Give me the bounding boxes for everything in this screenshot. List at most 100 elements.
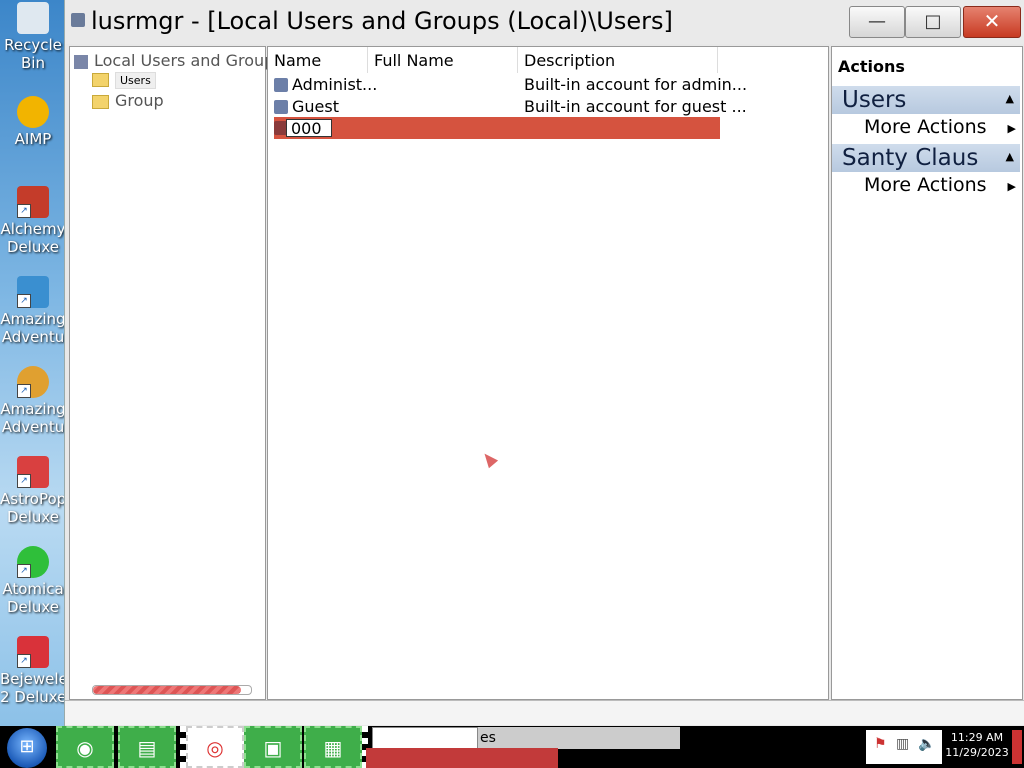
mmc-window: lusrmgr - [Local Users and Groups (Local… — [64, 0, 1024, 726]
desktop-icon-alchemy[interactable]: ↗ Alchemy Deluxe — [0, 186, 66, 256]
shortcut-arrow-icon: ↗ — [17, 474, 31, 488]
taskbar: ⊞ ◉ ▤ ◎ ▣ ▦ es ⚑ ▥ 🔈 11:29 AM 11/29/2023 — [0, 726, 1024, 768]
local-users-groups-icon — [74, 54, 88, 69]
taskbar-app-toolbox[interactable]: ▦ — [304, 726, 362, 768]
start-button[interactable]: ⊞ — [7, 728, 47, 768]
close-button[interactable]: ✕ — [963, 6, 1021, 38]
astropop-icon: ↗ — [17, 456, 49, 488]
clock[interactable]: 11:29 AM 11/29/2023 — [944, 730, 1010, 760]
collapse-icon[interactable]: ▲ — [1006, 150, 1014, 163]
window-title: lusrmgr - [Local Users and Groups (Local… — [91, 7, 673, 35]
desktop-icon-label: Deluxe — [6, 238, 60, 256]
desktop-icon-amazing-adventures-2[interactable]: ↗ Amazing Adventu — [0, 366, 66, 436]
scrollbar-thumb[interactable] — [93, 686, 241, 694]
desktop-icon-label: Amazing — [0, 400, 66, 418]
shortcut-arrow-icon: ↗ — [17, 384, 31, 398]
network-icon[interactable]: ▥ — [896, 736, 909, 752]
table-row[interactable]: Guest Built-in account for guest ... — [274, 96, 747, 118]
desktop-icon-amazing-adventures[interactable]: ↗ Amazing Adventu — [0, 276, 66, 346]
desktop-icon-label: Adventu — [1, 328, 65, 346]
actions-pane: Actions Users ▲ More Actions ▶ Santy Cla… — [831, 46, 1023, 700]
action-section-santy-claus[interactable]: Santy Claus ▲ — [832, 144, 1020, 172]
taskbar-app-control-panel[interactable]: ▣ — [244, 726, 302, 768]
taskbar-task-button[interactable]: es — [478, 727, 680, 749]
desktop-icon-label: Bin — [21, 54, 45, 72]
shortcut-arrow-icon: ↗ — [17, 654, 31, 668]
recycle-bin-icon — [17, 2, 49, 34]
cell-description: Built-in account for guest ... — [524, 97, 747, 116]
taskbar-app-chrome[interactable]: ◎ — [186, 726, 244, 768]
shortcut-arrow-icon: ↗ — [17, 564, 31, 578]
taskbar-task-highlight — [366, 748, 558, 768]
desktop-icon-atomica[interactable]: ↗ Atomica Deluxe — [0, 546, 66, 616]
rename-input[interactable]: 000 — [286, 119, 332, 138]
column-header-full-name[interactable]: Full Name — [368, 47, 518, 73]
cell-name: Guest — [292, 97, 339, 116]
system-tray: ⚑ ▥ 🔈 — [866, 730, 942, 764]
desktop-icon-label: Bejewele — [0, 670, 66, 688]
tree-item-label: Users — [115, 72, 156, 89]
cell-description: Built-in account for admin... — [524, 75, 748, 94]
tree-item-groups[interactable]: Group — [92, 91, 164, 110]
action-section-title: Santy Claus — [842, 145, 979, 171]
table-row-selected[interactable]: 000 — [274, 117, 720, 139]
desktop-icon-label: AIMP — [14, 130, 52, 148]
minimize-icon: — — [868, 11, 886, 32]
status-bar — [65, 700, 1024, 725]
firefox-icon: ◉ — [76, 736, 94, 760]
control-panel-icon: ▣ — [263, 736, 283, 760]
taskbar-search-field[interactable] — [372, 727, 478, 749]
tree-horizontal-scrollbar[interactable] — [92, 685, 252, 695]
desktop-icon-aimp[interactable]: AIMP — [0, 96, 66, 148]
title-bar[interactable]: lusrmgr - [Local Users and Groups (Local… — [65, 0, 1024, 44]
action-center-flag-icon[interactable]: ⚑ — [874, 736, 887, 752]
actions-header: Actions — [838, 57, 905, 76]
atomica-icon: ↗ — [17, 546, 49, 578]
amazing-adventures-2-icon: ↗ — [17, 366, 49, 398]
maximize-icon: □ — [924, 11, 942, 32]
close-icon: ✕ — [983, 9, 1001, 33]
maximize-button[interactable]: □ — [905, 6, 961, 38]
console-tree: Local Users and Groups Users Group — [69, 46, 283, 700]
desktop-icon-label: Deluxe — [6, 598, 60, 616]
user-icon — [274, 78, 288, 92]
volume-icon[interactable]: 🔈 — [918, 736, 935, 752]
taskbar-app-explorer[interactable]: ▤ — [118, 726, 176, 768]
shortcut-arrow-icon: ↗ — [17, 204, 31, 218]
toolbox-icon: ▦ — [323, 736, 343, 760]
desktop-icon-label: Atomica — [2, 580, 64, 598]
desktop-icon-bejeweled[interactable]: ↗ Bejewele 2 Deluxe — [0, 636, 66, 706]
desktop-icon-label: Amazing — [0, 310, 66, 328]
action-section-users[interactable]: Users ▲ — [832, 86, 1020, 114]
desktop-icon-label: 2 Deluxe — [0, 688, 66, 706]
desktop-icon-label: Deluxe — [6, 508, 60, 526]
shortcut-arrow-icon: ↗ — [17, 294, 31, 308]
tree-item-users[interactable]: Users — [92, 69, 156, 89]
chevron-right-icon: ▶ — [1007, 122, 1016, 135]
cell-name: Administ... — [292, 75, 378, 94]
table-row[interactable]: Administ... Built-in account for admin..… — [274, 74, 747, 96]
folder-icon — [92, 72, 109, 87]
desktop-icon-label: Recycle — [4, 36, 62, 54]
list-header: Name Full Name Description — [268, 47, 828, 73]
bejeweled-icon: ↗ — [17, 636, 49, 668]
show-desktop-button[interactable] — [1012, 730, 1022, 764]
tree-item-root[interactable]: Local Users and Groups — [74, 51, 283, 70]
column-header-name[interactable]: Name — [268, 47, 368, 73]
taskbar-app-firefox[interactable]: ◉ — [56, 726, 114, 768]
column-header-description[interactable]: Description — [518, 47, 718, 73]
aimp-icon — [17, 96, 49, 128]
desktop-icon-label: AstroPop — [0, 490, 66, 508]
alchemy-icon: ↗ — [17, 186, 49, 218]
collapse-icon[interactable]: ▲ — [1006, 92, 1014, 105]
desktop-icon-recycle-bin[interactable]: Recycle Bin — [0, 2, 66, 72]
minimize-button[interactable]: — — [849, 6, 905, 38]
desktop-icon-astropop[interactable]: ↗ AstroPop Deluxe — [0, 456, 66, 526]
clock-time: 11:29 AM — [950, 731, 1004, 744]
more-actions-item[interactable]: More Actions — [864, 116, 987, 138]
chrome-icon: ◎ — [206, 736, 224, 760]
more-actions-item[interactable]: More Actions — [864, 174, 987, 196]
folder-icon — [92, 94, 109, 109]
action-section-title: Users — [842, 87, 907, 113]
lusrmgr-app-icon[interactable] — [71, 13, 85, 27]
